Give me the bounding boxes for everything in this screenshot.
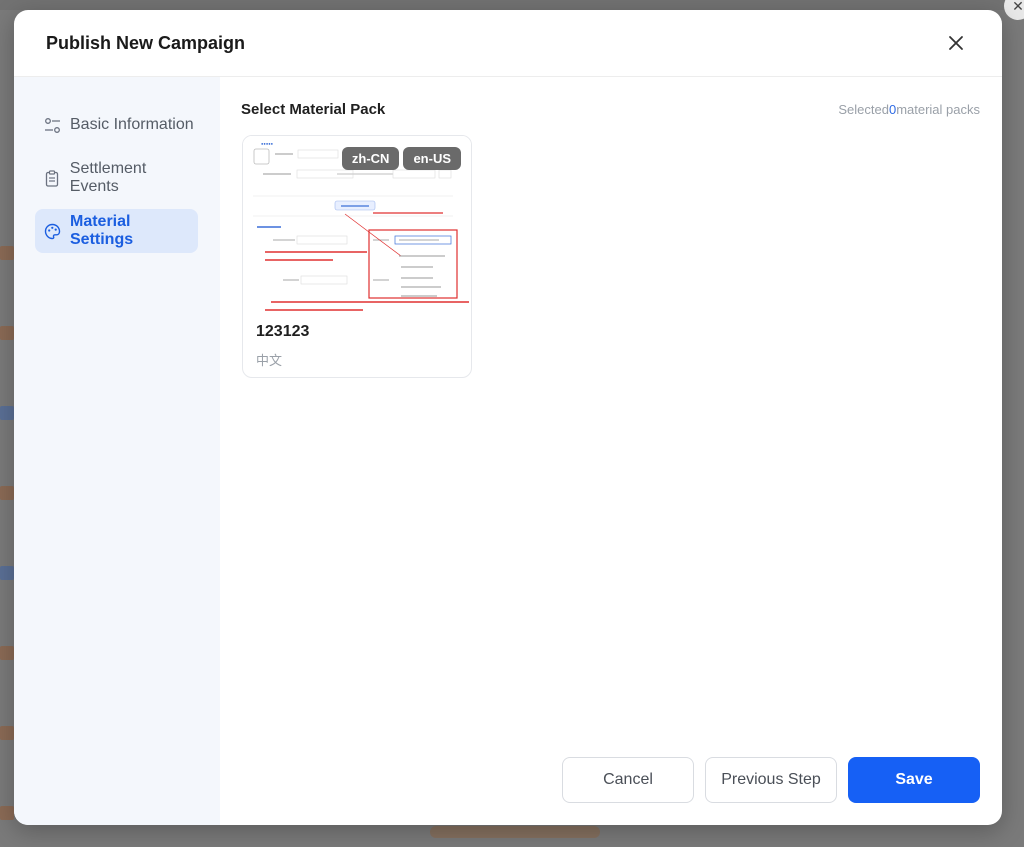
lang-tag-zh-cn: zh-CN — [341, 147, 400, 170]
background-tag — [0, 646, 14, 660]
close-icon — [949, 36, 963, 50]
background-tag — [0, 806, 14, 820]
clipboard-icon — [43, 169, 61, 187]
background-tag — [0, 486, 14, 500]
background-topbar — [0, 0, 1024, 10]
palette-icon — [43, 222, 61, 240]
material-pack-language: 中文 — [256, 353, 283, 368]
modal-body: Basic Information Settlement Events Mate… — [14, 77, 1002, 825]
lang-tag-en-us: en-US — [403, 147, 461, 170]
modal-title: Publish New Campaign — [46, 32, 246, 53]
material-content: Select Material Pack Selected0material p… — [220, 77, 1002, 825]
section-title: Select Material Pack — [241, 100, 386, 118]
sidebar-item-settlement-events[interactable]: Settlement Events — [35, 156, 198, 200]
selected-prefix: Selected — [838, 101, 889, 117]
publish-campaign-modal: Publish New Campaign Basic Information S… — [14, 10, 1002, 825]
step-sidebar: Basic Information Settlement Events Mate… — [14, 77, 220, 825]
previous-step-button[interactable]: Previous Step — [705, 757, 837, 803]
selected-suffix: material packs — [896, 101, 980, 117]
sidebar-item-label: Settlement Events — [69, 160, 147, 195]
sidebar-item-label: Material Settings — [70, 213, 134, 248]
background-tag — [0, 246, 14, 260]
background-tag — [0, 326, 14, 340]
material-thumbnail: ●●●●● zh-CN en-US — [243, 136, 471, 312]
background-tag — [0, 726, 14, 740]
language-tags: zh-CN en-US — [341, 147, 461, 170]
selected-count-text: Selected0material packs — [838, 102, 980, 117]
background-pill — [430, 826, 600, 838]
background-close-icon[interactable]: ✕ — [1004, 0, 1024, 20]
close-button[interactable] — [944, 31, 968, 55]
save-button[interactable]: Save — [848, 757, 980, 803]
content-header: Select Material Pack Selected0material p… — [241, 99, 980, 119]
sidebar-item-basic-information[interactable]: Basic Information — [35, 103, 198, 147]
modal-footer: Cancel Previous Step Save — [562, 757, 980, 803]
modal-header: Publish New Campaign — [14, 10, 1002, 77]
cancel-button[interactable]: Cancel — [562, 757, 694, 803]
material-pack-name: 123123 — [256, 323, 310, 340]
sidebar-item-label: Basic Information — [70, 116, 194, 133]
sidebar-item-material-settings[interactable]: Material Settings — [35, 209, 198, 253]
background-tag — [0, 406, 14, 420]
material-pack-card[interactable]: ●●●●● zh-CN en-US 123123 中文 — [242, 135, 472, 378]
background-tag — [0, 566, 14, 580]
sliders-icon — [43, 116, 61, 134]
svg-text:●●●●●: ●●●●● — [261, 141, 274, 146]
